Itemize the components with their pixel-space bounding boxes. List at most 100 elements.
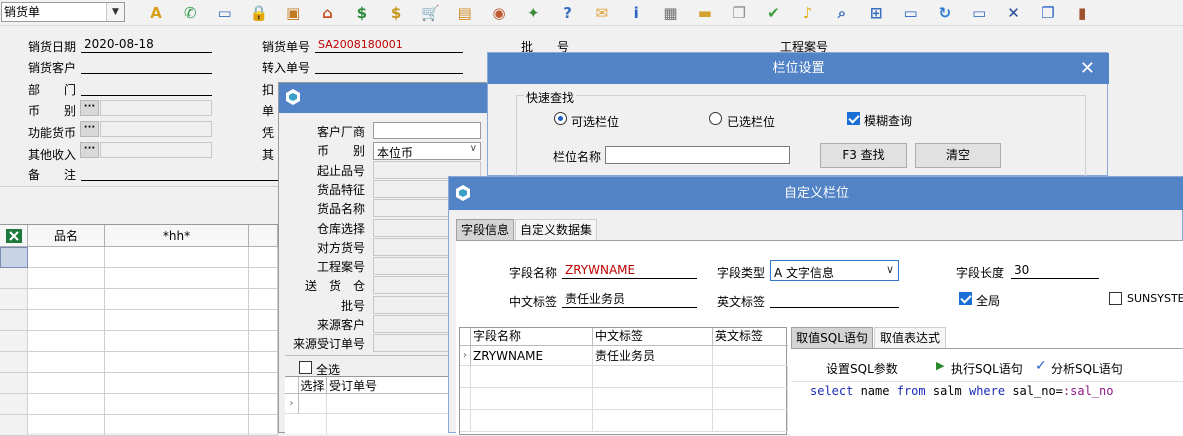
refresh-icon[interactable]: ↻ bbox=[934, 2, 956, 24]
row-header[interactable] bbox=[0, 310, 28, 331]
grid-cell[interactable] bbox=[249, 331, 278, 352]
help-page-icon[interactable]: ? bbox=[557, 2, 579, 24]
row-header[interactable] bbox=[0, 247, 28, 268]
grid-cell[interactable] bbox=[28, 394, 105, 415]
list-cell[interactable] bbox=[471, 366, 593, 388]
exit-door-icon[interactable]: ▮ bbox=[1071, 2, 1093, 24]
grid-cell[interactable] bbox=[28, 352, 105, 373]
bell-icon[interactable]: ♪ bbox=[797, 2, 819, 24]
exec-sql-button[interactable]: 执行SQL语句 bbox=[951, 360, 1023, 377]
list-cell[interactable]: 责任业务员 bbox=[593, 346, 713, 366]
calculator-icon[interactable]: ▦ bbox=[660, 2, 682, 24]
chevron-down-icon[interactable]: ∨ bbox=[470, 143, 477, 154]
grid-cell[interactable] bbox=[28, 247, 105, 268]
window-icon[interactable]: ▭ bbox=[968, 2, 990, 24]
find-button[interactable]: F3 查找 bbox=[820, 143, 907, 168]
func-currency-lookup-button[interactable]: ··· bbox=[80, 121, 99, 137]
home-icon[interactable]: ⌂ bbox=[317, 2, 339, 24]
available-columns-radio[interactable] bbox=[554, 112, 567, 125]
check-circle-icon[interactable]: ✔ bbox=[762, 2, 784, 24]
other-income-lookup-button[interactable]: ··· bbox=[80, 142, 99, 158]
grid-cell[interactable] bbox=[105, 289, 249, 310]
field-name-input[interactable] bbox=[605, 146, 790, 164]
customer-field[interactable] bbox=[81, 58, 212, 74]
list-cell[interactable] bbox=[713, 366, 788, 388]
tab-custom-dataset[interactable]: 自定义数据集 bbox=[515, 219, 597, 240]
grid-cell[interactable] bbox=[28, 310, 105, 331]
grid-cell[interactable] bbox=[105, 373, 249, 394]
grid-cell[interactable] bbox=[249, 268, 278, 289]
field-type-select[interactable]: A 文字信息 ∨ bbox=[770, 260, 899, 281]
list-cell[interactable] bbox=[713, 346, 788, 366]
list-header-field-name[interactable]: 字段名称 bbox=[471, 328, 593, 346]
list-cell[interactable] bbox=[593, 410, 713, 432]
close-icon[interactable]: ✕ bbox=[1080, 53, 1095, 84]
selected-columns-radio[interactable] bbox=[709, 112, 722, 125]
note-field[interactable] bbox=[81, 165, 278, 181]
list-cell[interactable] bbox=[471, 388, 593, 410]
func-currency-field[interactable] bbox=[100, 121, 212, 137]
field-length-field[interactable]: 30 bbox=[1011, 263, 1099, 279]
info-icon[interactable]: i bbox=[625, 2, 647, 24]
list-header-select[interactable]: 选择 bbox=[299, 377, 327, 394]
clipboard-icon[interactable]: ▤ bbox=[454, 2, 476, 24]
grid-cell[interactable] bbox=[249, 352, 278, 373]
grid-header-name[interactable]: 品名 bbox=[28, 225, 105, 247]
fuzzy-query-checkbox[interactable] bbox=[847, 112, 860, 125]
grid-cell[interactable] bbox=[105, 247, 249, 268]
doc-no-field[interactable]: SA2008180001 bbox=[315, 37, 463, 53]
money-bag-icon[interactable]: $ bbox=[385, 2, 407, 24]
chevron-down-icon[interactable]: ∨ bbox=[886, 263, 894, 276]
list-cell[interactable] bbox=[299, 414, 327, 435]
grid-cell[interactable] bbox=[105, 394, 249, 415]
row-header[interactable] bbox=[0, 394, 28, 415]
excel-export-icon[interactable] bbox=[0, 225, 28, 247]
doc-type-select[interactable]: 销货单 ▼ bbox=[1, 2, 125, 22]
list-cell[interactable] bbox=[713, 388, 788, 410]
currency-field[interactable] bbox=[100, 100, 212, 116]
users-icon[interactable]: ◉ bbox=[488, 2, 510, 24]
close-window-icon[interactable]: ✕ bbox=[1003, 2, 1025, 24]
grid-cell[interactable] bbox=[105, 310, 249, 331]
briefcase-icon[interactable]: ▣ bbox=[282, 2, 304, 24]
list-cell[interactable] bbox=[299, 394, 327, 414]
list-cell[interactable] bbox=[713, 410, 788, 432]
lock-icon[interactable]: 🔒 bbox=[248, 2, 270, 24]
computer-icon[interactable]: ▭ bbox=[214, 2, 236, 24]
list-header-en[interactable]: 英文标签 bbox=[713, 328, 788, 346]
row-header[interactable] bbox=[0, 373, 28, 394]
org-chart-icon[interactable]: ⊞ bbox=[865, 2, 887, 24]
row-header[interactable] bbox=[0, 268, 28, 289]
grid-cell[interactable] bbox=[249, 373, 278, 394]
row-header[interactable] bbox=[0, 352, 28, 373]
mail-icon[interactable]: ✉ bbox=[591, 2, 613, 24]
currency-select[interactable]: 本位币 ∨ bbox=[373, 142, 481, 160]
other-income-field[interactable] bbox=[100, 142, 212, 158]
list-cell[interactable] bbox=[593, 388, 713, 410]
grid-cell[interactable] bbox=[249, 289, 278, 310]
grid-cell[interactable] bbox=[28, 373, 105, 394]
grid-cell[interactable] bbox=[249, 394, 278, 415]
sunsystem-checkbox[interactable] bbox=[1109, 292, 1122, 305]
sql-editor[interactable]: select name from salm where sal_no=:sal_… bbox=[791, 381, 1183, 436]
detail-grid[interactable]: 品名 *hh* bbox=[0, 224, 278, 436]
spell-check-icon[interactable]: A bbox=[145, 2, 167, 24]
grid-header-hh[interactable]: *hh* bbox=[105, 225, 249, 247]
set-sql-params-button[interactable]: 设置SQL参数 bbox=[826, 360, 898, 377]
grid-cell[interactable] bbox=[105, 268, 249, 289]
tab-expression[interactable]: 取值表达式 bbox=[874, 327, 946, 348]
phone-icon[interactable]: ✆ bbox=[179, 2, 201, 24]
select-all-checkbox[interactable] bbox=[299, 361, 312, 374]
global-checkbox[interactable] bbox=[959, 292, 972, 305]
grid-cell[interactable] bbox=[28, 268, 105, 289]
grid-header-extra[interactable] bbox=[249, 225, 278, 247]
vendor-input[interactable] bbox=[373, 122, 481, 139]
list-header-cn[interactable]: 中文标签 bbox=[593, 328, 713, 346]
list-cell[interactable] bbox=[593, 366, 713, 388]
cart-icon[interactable]: 🛒 bbox=[419, 2, 441, 24]
field-name-field[interactable]: ZRYWNAME bbox=[562, 263, 697, 279]
en-field[interactable] bbox=[770, 292, 899, 308]
row-header[interactable] bbox=[0, 331, 28, 352]
currency-lookup-button[interactable]: ··· bbox=[80, 100, 99, 116]
restore-icon[interactable]: ❐ bbox=[1037, 2, 1059, 24]
